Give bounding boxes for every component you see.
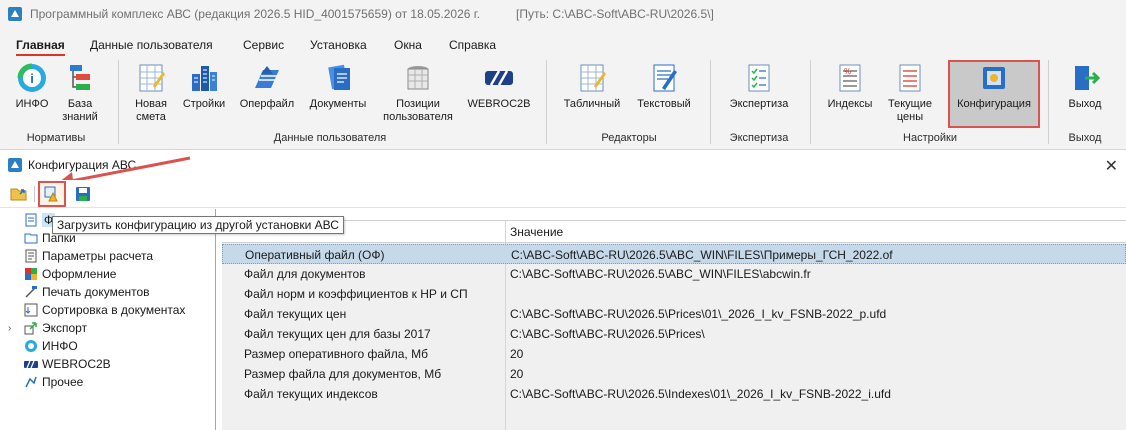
table-row[interactable]: Файл текущих цен для базы 2017 C:\ABC-So… [222,324,1126,344]
window-path: [Путь: C:\ABC-Soft\ABC-RU\2026.5\] [516,7,714,21]
menu-windows[interactable]: Окна [394,38,422,52]
knowledge-tree-icon [70,65,90,90]
close-icon[interactable]: ✕ [1105,156,1118,176]
user-positions-button[interactable]: Позиции пользователя [378,62,458,124]
tree-item-calc-params[interactable]: Параметры расчета [24,247,153,265]
svg-text:i: i [30,71,34,86]
print-icon [25,286,37,298]
save-button[interactable] [72,183,94,205]
expertise-button[interactable]: Экспертиза [724,62,794,111]
table-row[interactable]: Оперативный файл (ОФ) C:\ABC-Soft\ABC-RU… [222,244,1126,264]
construction-button[interactable]: Стройки [178,62,230,111]
app-logo-icon [8,158,22,172]
indices-icon: % [839,64,861,92]
documents-icon [328,64,350,90]
tree-item-print[interactable]: Печать документов [24,283,150,301]
save-disk-icon [76,187,90,201]
new-estimate-button[interactable]: Новая смета [128,62,174,124]
ribbon-separator [810,60,811,144]
load-config-button[interactable] [38,181,66,207]
tree-item-export[interactable]: Экспорт [24,319,87,337]
palette-icon [25,268,37,280]
current-prices-button[interactable]: Текущие цены [882,62,938,124]
tree-item-files[interactable]: Ф [24,211,56,229]
menu-service[interactable]: Сервис [243,38,284,52]
window-title-bar: Программный комплекс АВС (редакция 2026.… [0,0,1126,28]
prices-icon [899,64,921,92]
database-grid-icon [407,66,429,90]
text-editor-icon [653,64,677,92]
info-button[interactable]: i ИНФО [10,62,54,111]
tree-item-other[interactable]: Прочее [24,373,83,391]
open-button[interactable] [8,183,30,205]
new-estimate-icon [139,64,165,92]
calc-params-icon [25,249,37,263]
configuration-button[interactable]: Конфигурация [950,62,1038,111]
knowledge-base-button[interactable]: База знаний [58,62,102,124]
tree-item-info[interactable]: ИНФО [24,337,78,355]
group-settings: Настройки [903,132,957,144]
header-value: Значение [510,225,564,239]
table-row[interactable]: Файл для документов C:\ABC-Soft\ABC-RU\2… [222,264,1126,284]
grid-header: Значение [222,221,1126,243]
info-icon: i [17,63,46,92]
table-row[interactable]: Файл текущих цен C:\ABC-Soft\ABC-RU\2026… [222,304,1126,324]
ribbon: i ИНФО База знаний Нормативы Новая смета [0,58,1126,150]
app-logo-icon [8,7,22,21]
checklist-icon [748,64,770,92]
menu-user-data[interactable]: Данные пользователя [90,38,213,52]
ribbon-separator [710,60,711,144]
info-icon [25,340,37,352]
group-expertise: Экспертиза [729,132,789,144]
tree-item-webroc2b[interactable]: WEBROC2B [24,355,111,373]
chevron-right-icon[interactable]: › [8,323,11,334]
svg-text:%: % [844,67,851,76]
exit-door-icon [1075,66,1101,90]
group-exit: Выход [1068,132,1102,144]
folder-icon [24,233,38,244]
menu-main[interactable]: Главная [16,38,65,56]
text-editor-button[interactable]: Текстовый [630,62,698,111]
ribbon-separator [546,60,547,144]
other-icon [25,376,37,388]
exit-button[interactable]: Выход [1060,62,1110,111]
table-row[interactable]: Файл текущих индексов C:\ABC-Soft\ABC-RU… [222,384,1126,404]
tree-item-sort[interactable]: Сортировка в документах [24,301,185,319]
load-config-icon [44,186,58,202]
window-title: Программный комплекс АВС (редакция 2026.… [30,7,481,21]
config-toolbar [0,180,1126,208]
buildings-icon [192,66,217,91]
settings-tree: Ф Папки Параметры расчета Оформление Печ… [0,209,216,430]
group-normatives: Нормативы [26,132,86,144]
table-row[interactable]: Файл норм и коэффициентов к НР и СП [222,284,1126,304]
configuration-icon [983,67,1005,89]
open-folder-icon [10,188,27,201]
indices-button[interactable]: % Индексы [822,62,878,111]
group-editors: Редакторы [601,132,657,144]
tabular-editor-button[interactable]: Табличный [560,62,624,111]
export-icon [24,322,37,335]
files-icon [25,213,37,227]
tooltip: Загрузить конфигурацию из другой установ… [52,216,344,234]
ribbon-separator [1048,60,1049,144]
operfile-button[interactable]: Оперфайл [236,62,298,111]
webroc2b-button[interactable]: WEBROC2B [466,62,532,111]
ribbon-separator [118,60,119,144]
group-user-data: Данные пользователя [273,132,387,144]
operfile-icon [255,66,279,88]
settings-grid: Значение Оперативный файл (ОФ) C:\ABC-So… [222,220,1126,430]
documents-button[interactable]: Документы [304,62,372,111]
tree-item-appearance[interactable]: Оформление [24,265,116,283]
webroc-icon [24,360,38,369]
table-editor-icon [580,64,606,92]
menu-help[interactable]: Справка [449,38,496,52]
toolbar-separator [34,186,35,202]
sort-icon [24,303,38,317]
webroc-icon [485,70,513,86]
table-row[interactable]: Размер оперативного файла, Мб 20 [222,344,1126,364]
menu-install[interactable]: Установка [310,38,367,52]
table-row[interactable]: Размер файла для документов, Мб 20 [222,364,1126,384]
main-menu: Главная Данные пользователя Сервис Устан… [0,28,1126,58]
